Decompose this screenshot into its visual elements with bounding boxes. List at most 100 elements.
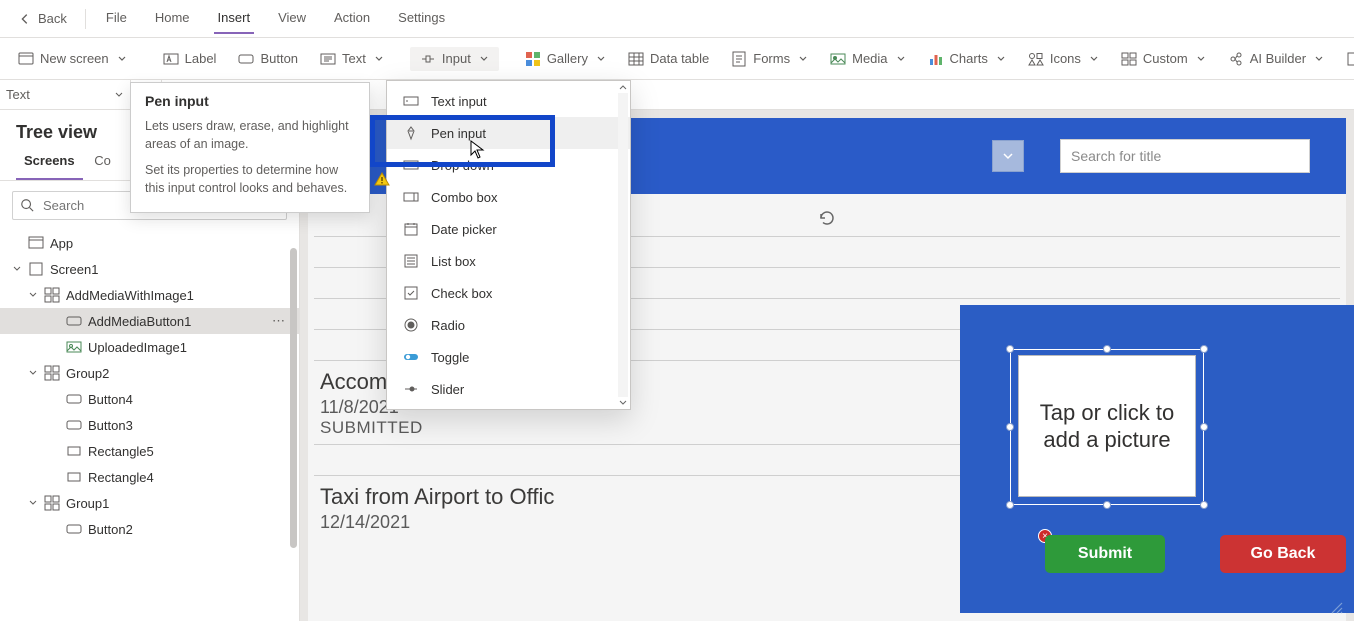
dd-combo-box[interactable]: Combo box — [387, 181, 630, 213]
button-text: Button — [260, 51, 298, 66]
image-icon — [66, 339, 82, 355]
custom-button[interactable]: Custom — [1111, 47, 1216, 71]
button-icon — [66, 521, 82, 537]
resize-handle[interactable] — [1006, 423, 1014, 431]
listbox-icon — [403, 253, 419, 269]
property-selector[interactable]: Text — [0, 87, 130, 102]
tab-view[interactable]: View — [266, 4, 318, 33]
new-screen-button[interactable]: New screen — [8, 47, 137, 71]
refresh-icon[interactable] — [817, 208, 837, 228]
scroll-down-icon[interactable] — [618, 397, 628, 407]
calendar-icon — [403, 221, 419, 237]
pen-icon — [403, 125, 419, 141]
tree-label: Button3 — [88, 418, 133, 433]
forms-button[interactable]: Forms — [721, 47, 818, 71]
toggle-icon — [403, 349, 419, 365]
resize-handle[interactable] — [1200, 423, 1208, 431]
ai-builder-button[interactable]: AI Builder — [1218, 47, 1334, 71]
dd-drop-down[interactable]: Drop down — [387, 149, 630, 181]
resize-handle[interactable] — [1200, 501, 1208, 509]
tree-label: AddMediaButton1 — [88, 314, 191, 329]
m-button[interactable]: M — [1336, 47, 1354, 71]
chevron-down-icon — [28, 368, 38, 378]
add-picture-placeholder[interactable]: Tap or click to add a picture — [1018, 355, 1196, 497]
tree-item-button3[interactable]: Button3 — [0, 412, 299, 438]
dd-label: Text input — [431, 94, 487, 109]
text-input-icon — [403, 93, 419, 109]
dd-date-picker[interactable]: Date picker — [387, 213, 630, 245]
tree-item-rect5[interactable]: Rectangle5 — [0, 438, 299, 464]
data-table-button[interactable]: Data table — [618, 47, 719, 71]
tooltip-line: Lets users draw, erase, and highlight ar… — [145, 117, 355, 153]
button-icon — [66, 313, 82, 329]
mouse-cursor — [470, 140, 486, 160]
text-button[interactable]: Text — [310, 47, 394, 71]
text-label: Text — [342, 51, 366, 66]
button-button[interactable]: Button — [228, 47, 308, 71]
dd-list-box[interactable]: List box — [387, 245, 630, 277]
title-search-input[interactable]: Search for title — [1060, 139, 1310, 173]
new-screen-label: New screen — [40, 51, 109, 66]
resize-handle[interactable] — [1006, 501, 1014, 509]
back-button[interactable]: Back — [8, 7, 77, 30]
more-icon[interactable]: ⋯ — [266, 313, 291, 329]
tree-label: Button4 — [88, 392, 133, 407]
charts-label: Charts — [950, 51, 988, 66]
tree-item-group1[interactable]: Group1 — [0, 490, 299, 516]
button-icon — [66, 417, 82, 433]
tree-item-rect4[interactable]: Rectangle4 — [0, 464, 299, 490]
chevron-down-icon — [28, 498, 38, 508]
warning-icon[interactable] — [374, 171, 390, 190]
dd-slider[interactable]: Slider — [387, 373, 630, 405]
tree-item-uploaded[interactable]: UploadedImage1 — [0, 334, 299, 360]
app-icon — [28, 235, 44, 251]
tree-item-button4[interactable]: Button4 — [0, 386, 299, 412]
tab-insert[interactable]: Insert — [206, 4, 263, 33]
tree-tab-screens[interactable]: Screens — [16, 145, 83, 180]
combobox-icon — [403, 189, 419, 205]
header-dropdown[interactable] — [992, 140, 1024, 172]
gallery-button[interactable]: Gallery — [515, 47, 616, 71]
resize-corner-icon[interactable] — [1330, 601, 1344, 615]
submit-button[interactable]: Submit — [1045, 535, 1165, 573]
resize-handle[interactable] — [1006, 345, 1014, 353]
tab-file[interactable]: File — [94, 4, 139, 33]
tab-action[interactable]: Action — [322, 4, 382, 33]
chevron-down-icon — [28, 290, 38, 300]
dd-pen-input[interactable]: Pen input — [387, 117, 630, 149]
property-name: Text — [6, 87, 30, 102]
tree-label: Group1 — [66, 496, 109, 511]
dd-radio[interactable]: Radio — [387, 309, 630, 341]
tree-item-addmedia[interactable]: AddMediaWithImage1 — [0, 282, 299, 308]
group-icon — [44, 495, 60, 511]
tab-settings[interactable]: Settings — [386, 4, 457, 33]
resize-handle[interactable] — [1103, 501, 1111, 509]
go-back-button[interactable]: Go Back — [1220, 535, 1346, 573]
tree-label: App — [50, 236, 73, 251]
dd-toggle[interactable]: Toggle — [387, 341, 630, 373]
label-button[interactable]: Label — [153, 47, 227, 71]
tree-tab-components[interactable]: Co — [86, 145, 119, 178]
icons-button[interactable]: Icons — [1018, 47, 1109, 71]
resize-handle[interactable] — [1103, 345, 1111, 353]
dd-text-input[interactable]: Text input — [387, 85, 630, 117]
tree-item-group2[interactable]: Group2 — [0, 360, 299, 386]
tree-item-app[interactable]: App — [0, 230, 299, 256]
dd-label: Radio — [431, 318, 465, 333]
tooltip-title: Pen input — [145, 93, 355, 109]
tree-item-addmediabtn[interactable]: AddMediaButton1 ⋯ — [0, 308, 299, 334]
dropdown-scrollbar[interactable] — [618, 83, 628, 407]
ai-builder-label: AI Builder — [1250, 51, 1306, 66]
resize-handle[interactable] — [1200, 345, 1208, 353]
media-button[interactable]: Media — [820, 47, 915, 71]
dd-label: Check box — [431, 286, 492, 301]
dd-label: Combo box — [431, 190, 497, 205]
dd-check-box[interactable]: Check box — [387, 277, 630, 309]
tree-item-screen1[interactable]: Screen1 — [0, 256, 299, 282]
scroll-up-icon[interactable] — [618, 83, 628, 93]
tab-home[interactable]: Home — [143, 4, 202, 33]
scrollbar-thumb[interactable] — [290, 248, 297, 548]
charts-button[interactable]: Charts — [918, 47, 1016, 71]
input-button[interactable]: Input — [410, 47, 499, 71]
tree-item-button2[interactable]: Button2 — [0, 516, 299, 542]
